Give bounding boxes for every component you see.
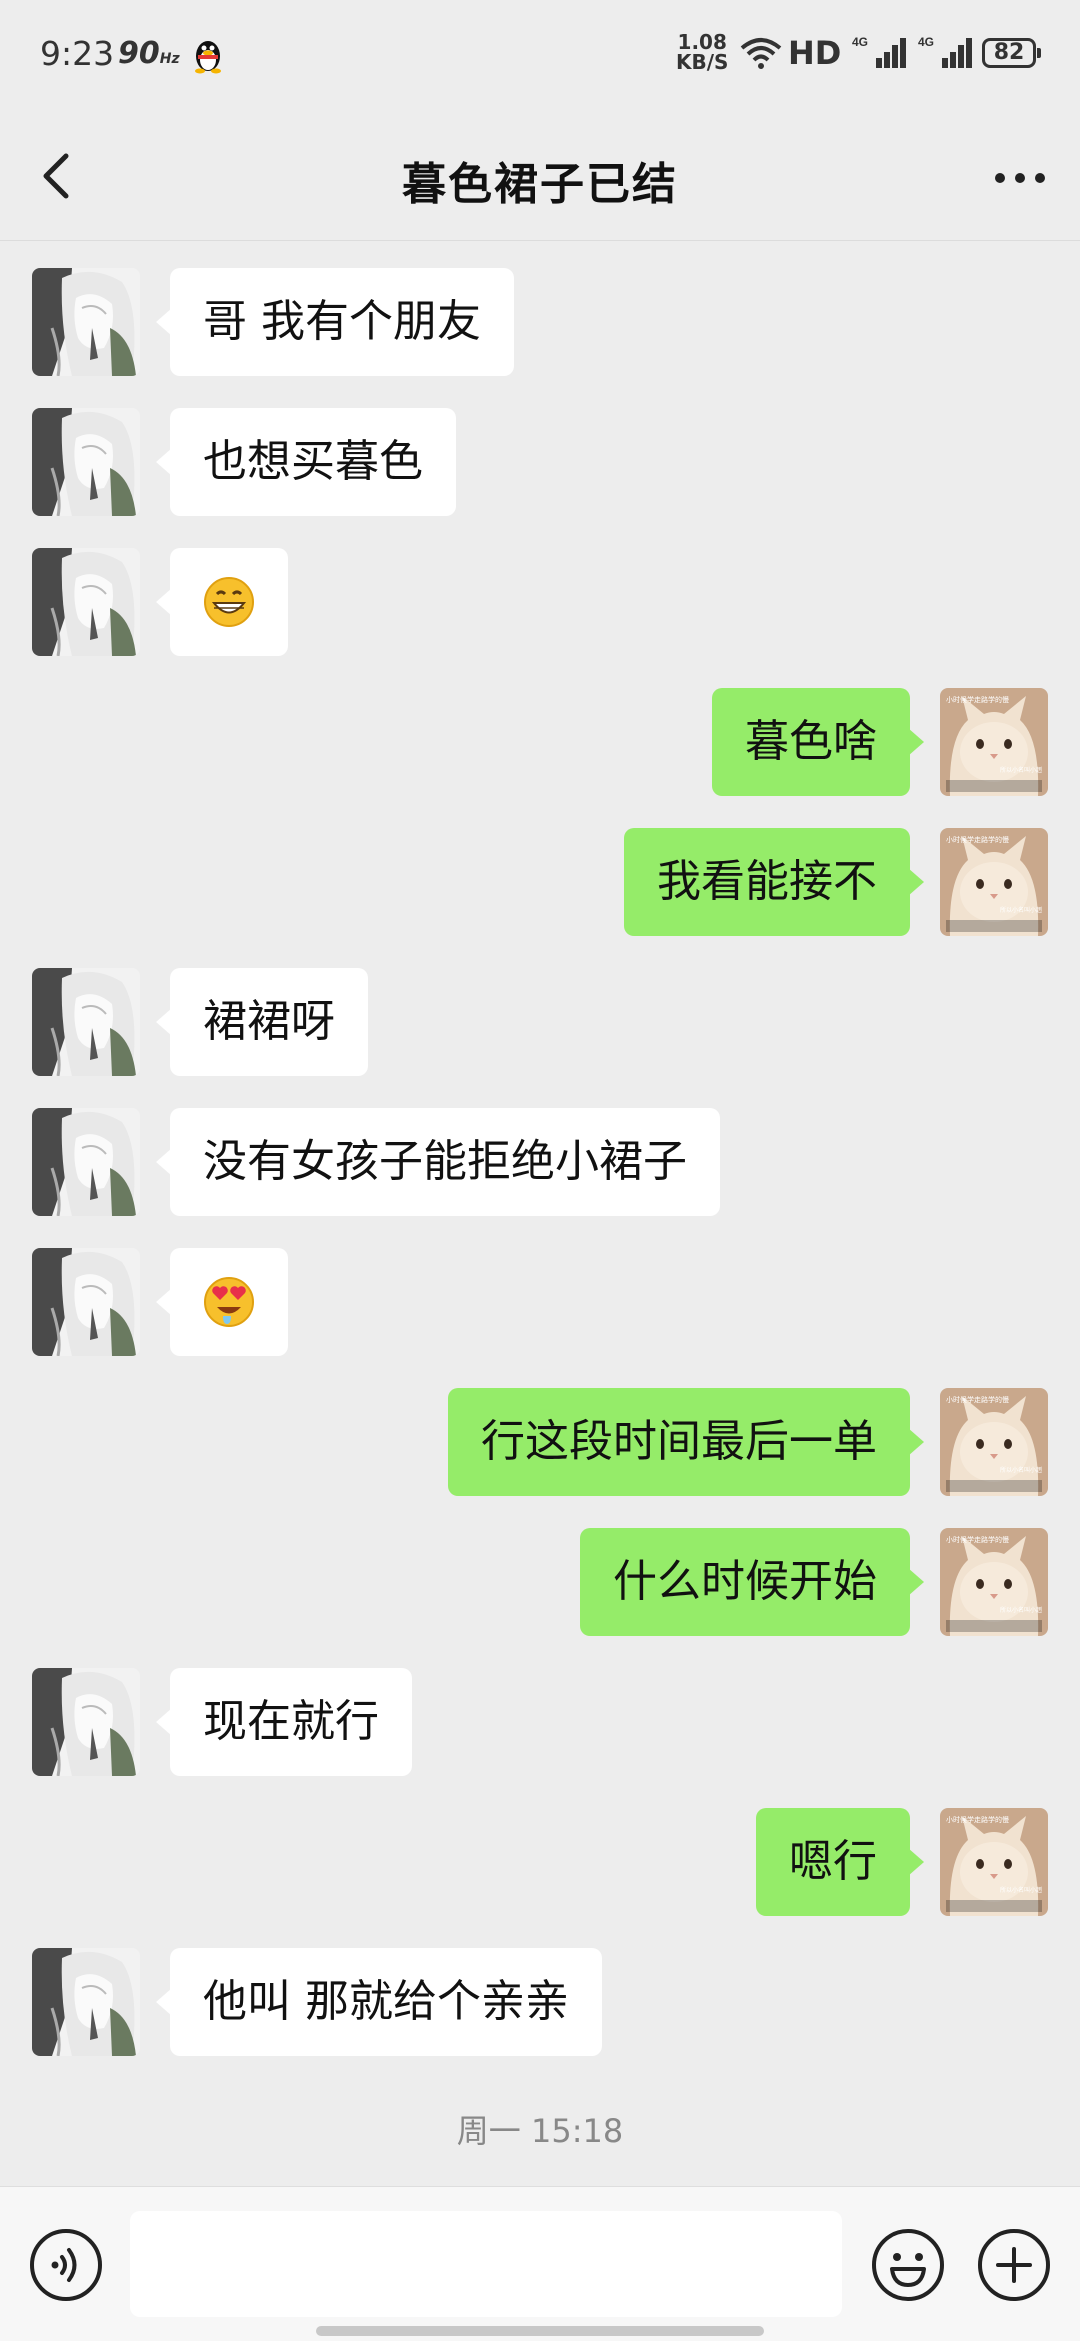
emoji-message-bubble[interactable]	[156, 1248, 288, 1356]
message-bubble[interactable]: 嗯行	[756, 1808, 924, 1916]
message-bubble[interactable]: 也想买暮色	[156, 408, 456, 516]
more-options-button[interactable]	[990, 158, 1050, 198]
message-row: 嗯行	[0, 1808, 1080, 1916]
home-indicator[interactable]	[316, 2326, 764, 2336]
message-row: 什么时候开始	[0, 1528, 1080, 1636]
network-speed: 1.08 KB/S	[676, 30, 729, 74]
smiley-icon[interactable]	[870, 2227, 946, 2303]
message-row	[0, 1248, 1080, 1356]
contact-avatar[interactable]	[32, 1668, 140, 1776]
message-bubble[interactable]: 我看能接不	[624, 828, 924, 936]
message-row: 没有女孩子能拒绝小裙子	[0, 1108, 1080, 1216]
grin-emoji-icon	[204, 577, 254, 627]
signal-icon: 4G	[852, 35, 906, 68]
message-bubble[interactable]: 哥 我有个朋友	[156, 268, 514, 376]
status-bar: 9:23 90Hz 1.08 KB/S HD 4G 4G 82	[0, 0, 1080, 112]
message-input[interactable]	[130, 2211, 842, 2317]
message-row: 暮色啥	[0, 688, 1080, 796]
status-time: 9:23	[40, 34, 115, 73]
message-row: 现在就行	[0, 1668, 1080, 1776]
my-avatar[interactable]	[940, 1808, 1048, 1916]
contact-avatar[interactable]	[32, 408, 140, 516]
message-bubble[interactable]: 现在就行	[156, 1668, 412, 1776]
svg-text:4G: 4G	[852, 35, 868, 49]
message-bubble[interactable]: 什么时候开始	[580, 1528, 924, 1636]
contact-avatar[interactable]	[32, 1948, 140, 2056]
wifi-icon	[740, 38, 782, 69]
message-bubble[interactable]: 裙裙呀	[156, 968, 368, 1076]
contact-avatar[interactable]	[32, 1248, 140, 1356]
contact-avatar[interactable]	[32, 268, 140, 376]
heart-eyes-emoji-icon	[204, 1277, 254, 1327]
my-avatar[interactable]	[940, 688, 1048, 796]
message-bubble[interactable]: 行这段时间最后一单	[448, 1388, 924, 1496]
contact-avatar[interactable]	[32, 968, 140, 1076]
message-bubble[interactable]: 没有女孩子能拒绝小裙子	[156, 1108, 720, 1216]
message-timestamp: 周一 15:18	[456, 2112, 624, 2150]
signal-icon: 4G	[918, 35, 972, 68]
refresh-rate: 90Hz	[118, 36, 180, 71]
contact-avatar[interactable]	[32, 1108, 140, 1216]
contact-avatar[interactable]	[32, 548, 140, 656]
message-row: 也想买暮色	[0, 408, 1080, 516]
message-row: 他叫 那就给个亲亲	[0, 1948, 1080, 2056]
chat-header: 暮色裙子已结	[0, 112, 1080, 241]
message-bubble[interactable]: 暮色啥	[712, 688, 924, 796]
message-row: 哥 我有个朋友	[0, 268, 1080, 376]
message-bubble[interactable]: 他叫 那就给个亲亲	[156, 1948, 602, 2056]
message-row: 裙裙呀	[0, 968, 1080, 1076]
svg-text:4G: 4G	[918, 35, 934, 49]
input-bar	[0, 2186, 1080, 2341]
battery-indicator: 82	[982, 38, 1041, 68]
emoji-message-bubble[interactable]	[156, 548, 288, 656]
plus-icon[interactable]	[976, 2227, 1052, 2303]
message-row: 我看能接不	[0, 828, 1080, 936]
message-row	[0, 548, 1080, 656]
message-row: 行这段时间最后一单	[0, 1388, 1080, 1496]
my-avatar[interactable]	[940, 1528, 1048, 1636]
voice-button[interactable]	[28, 2227, 104, 2303]
chat-title: 暮色裙子已结	[402, 159, 678, 210]
my-avatar[interactable]	[940, 1388, 1048, 1496]
my-avatar[interactable]	[940, 828, 1048, 936]
qq-penguin-icon	[195, 41, 221, 74]
hd-indicator: HD	[788, 34, 842, 72]
